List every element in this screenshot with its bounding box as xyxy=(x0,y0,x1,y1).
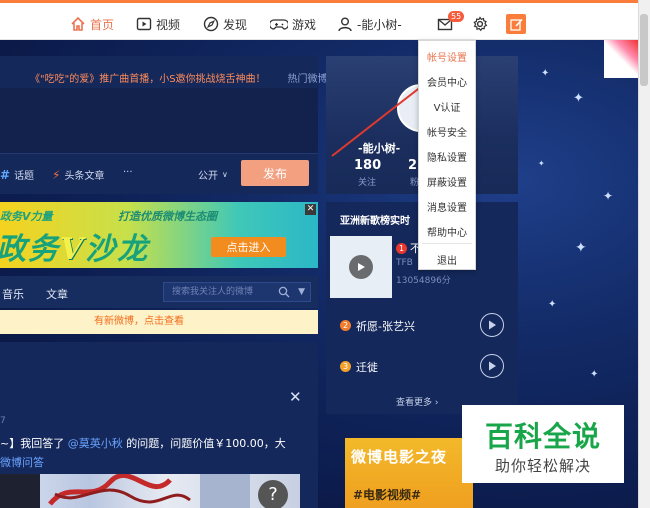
watermark-title: 百科全说 xyxy=(484,420,601,453)
menu-item-message-settings[interactable]: 消息设置 xyxy=(418,199,476,214)
menu-item-block-settings[interactable]: 屏蔽设置 xyxy=(418,174,476,189)
menu-item-verification[interactable]: V认证 xyxy=(418,99,476,114)
menu-item-privacy-settings[interactable]: 隐私设置 xyxy=(418,149,476,164)
menu-divider xyxy=(422,243,472,244)
menu-item-account-security[interactable]: 帐号安全 xyxy=(418,124,476,139)
menu-item-help-center[interactable]: 帮助中心 xyxy=(418,224,476,239)
menu-item-logout[interactable]: 退出 xyxy=(418,252,476,267)
scrollbar-thumb[interactable] xyxy=(640,14,648,86)
corner-fold-decoration xyxy=(604,40,638,78)
menu-item-account-settings[interactable]: 帐号设置 xyxy=(418,49,476,64)
menu-item-vip-center[interactable]: 会员中心 xyxy=(418,74,476,89)
watermark-logo: 百科全说 助你轻松解决 xyxy=(462,405,624,483)
watermark-subtitle: 助你轻松解决 xyxy=(494,457,591,475)
